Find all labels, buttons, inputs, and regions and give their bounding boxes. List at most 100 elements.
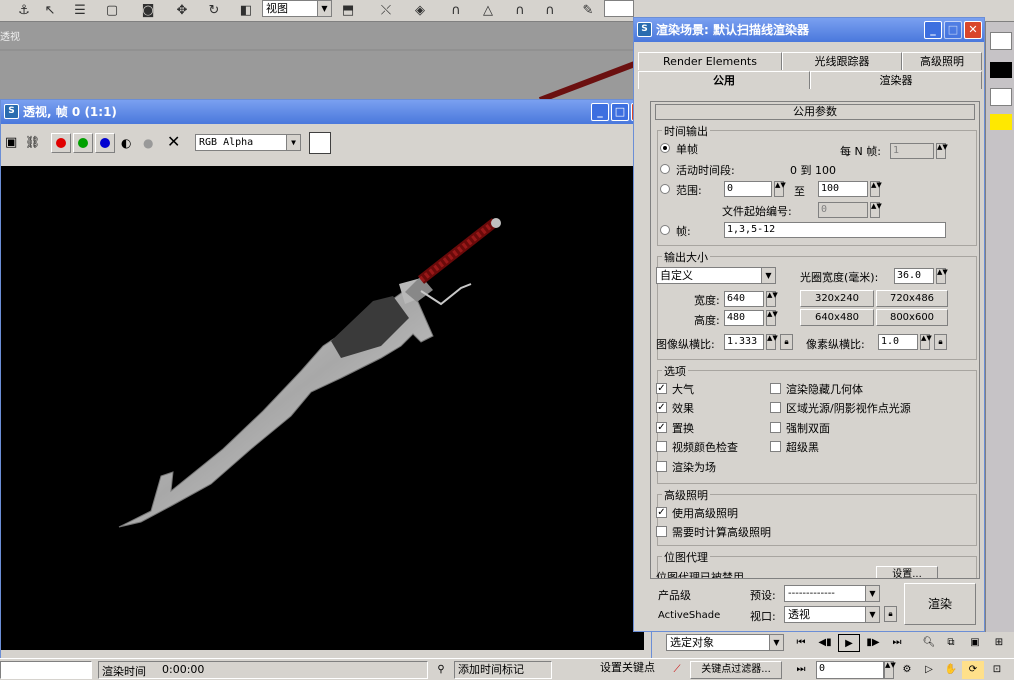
- spinner-arrows-icon[interactable]: ▲▼: [766, 291, 778, 307]
- red-channel-button[interactable]: [51, 133, 71, 153]
- save-icon[interactable]: ▣: [5, 135, 17, 150]
- color-swatch-yellow[interactable]: [990, 114, 1012, 130]
- name-field[interactable]: [990, 32, 1012, 50]
- zoom-extents-icon[interactable]: ▣: [964, 634, 986, 652]
- rect-region-icon[interactable]: ▢: [102, 1, 122, 20]
- spinner-arrows-icon[interactable]: ▲▼: [774, 181, 786, 197]
- undo-icon[interactable]: ⚓: [14, 1, 34, 20]
- magnet-icon[interactable]: ∩: [540, 1, 560, 20]
- ref-coord-select[interactable]: 视图 ▼: [262, 0, 332, 17]
- next-frame-icon[interactable]: ▮▶: [862, 634, 884, 652]
- hand-icon[interactable]: ✋: [940, 661, 962, 679]
- pivot-icon[interactable]: ⬒: [338, 1, 358, 20]
- viewport[interactable]: [0, 22, 642, 103]
- zoom-icon[interactable]: 🔍︎: [918, 634, 940, 652]
- move-icon[interactable]: ✥: [172, 1, 192, 20]
- height-spinner[interactable]: 480: [724, 310, 764, 326]
- select-by-name-icon[interactable]: ☰: [70, 1, 90, 20]
- force-2-sided-checkbox[interactable]: [770, 422, 781, 433]
- tab-renderer[interactable]: 渲染器: [810, 71, 982, 89]
- blue-channel-button[interactable]: [95, 133, 115, 153]
- percent-snap-icon[interactable]: △: [478, 1, 498, 20]
- tab-render-elements[interactable]: Render Elements: [638, 52, 782, 70]
- arc-rotate-icon[interactable]: ⟳: [962, 661, 984, 679]
- maxscript-listener[interactable]: [0, 661, 92, 679]
- width-spinner[interactable]: 640: [724, 291, 764, 307]
- minimize-button[interactable]: _: [924, 21, 942, 39]
- production-label[interactable]: 产品级: [658, 587, 691, 603]
- atmospherics-checkbox[interactable]: ✓: [656, 383, 667, 394]
- channel-select[interactable]: RGB Alpha ▼: [195, 134, 301, 151]
- render-hidden-checkbox[interactable]: [770, 383, 781, 394]
- window-crossing-icon[interactable]: ◙: [138, 1, 158, 20]
- key-filters-button[interactable]: 关键点过滤器...: [690, 661, 782, 679]
- alpha-icon[interactable]: ●: [143, 136, 153, 150]
- file-start-spinner[interactable]: 0: [818, 202, 868, 218]
- image-aspect-spinner[interactable]: 1.333: [724, 334, 764, 350]
- spinner-arrows-icon[interactable]: ▲▼: [870, 202, 882, 218]
- use-adv-lighting-checkbox[interactable]: ✓: [656, 507, 667, 518]
- selection-set-select[interactable]: 选定对象 ▼: [666, 634, 784, 651]
- spinner-arrows-icon[interactable]: ▲▼: [766, 310, 778, 326]
- maximize-viewport-icon[interactable]: ⊡: [986, 661, 1008, 679]
- color-swatch-black[interactable]: [990, 62, 1012, 78]
- preset-800x600-button[interactable]: 800x600: [876, 309, 948, 326]
- aperture-spinner[interactable]: 36.0: [894, 268, 934, 284]
- abc-icon[interactable]: ✎: [578, 1, 598, 20]
- area-lights-checkbox[interactable]: [770, 402, 781, 413]
- activeshade-label[interactable]: ActiveShade: [658, 610, 720, 621]
- snap-icon[interactable]: ⤬: [376, 1, 396, 20]
- scale-icon[interactable]: ◧: [236, 1, 256, 20]
- named-selection[interactable]: [604, 0, 634, 17]
- go-to-start-icon[interactable]: ⏮: [790, 634, 812, 652]
- add-time-tag[interactable]: 添加时间标记: [454, 661, 552, 679]
- clone-icon[interactable]: ⛓: [25, 135, 40, 149]
- spinner-arrows-icon[interactable]: ▲▼: [936, 143, 948, 159]
- time-config-icon[interactable]: ⚙: [896, 661, 918, 679]
- angle-snap-icon[interactable]: ∩: [446, 1, 466, 20]
- previous-frame-icon[interactable]: ◀▮: [814, 634, 836, 652]
- key-mode-icon[interactable]: ⏭: [790, 661, 812, 679]
- rotate-icon[interactable]: ↻: [204, 1, 224, 20]
- compute-adv-lighting-checkbox[interactable]: [656, 526, 667, 537]
- lock-icon[interactable]: 🔒︎: [780, 334, 793, 350]
- effects-checkbox[interactable]: ✓: [656, 402, 667, 413]
- clear-icon[interactable]: ✕: [167, 132, 180, 151]
- pan-icon[interactable]: ▷: [918, 661, 940, 679]
- render-to-fields-checkbox[interactable]: [656, 461, 667, 472]
- minimize-button[interactable]: _: [591, 103, 609, 121]
- current-frame-spinner[interactable]: 0: [816, 661, 884, 679]
- maximize-button[interactable]: □: [611, 103, 629, 121]
- displacement-checkbox[interactable]: ✓: [656, 422, 667, 433]
- common-params-rollout[interactable]: 公用参数: [655, 104, 975, 120]
- preset-640x480-button[interactable]: 640x480: [800, 309, 874, 326]
- lock-icon[interactable]: 🔒︎: [934, 334, 947, 350]
- range-radio[interactable]: [660, 184, 670, 194]
- close-button[interactable]: ✕: [964, 21, 982, 39]
- play-icon[interactable]: ▶: [838, 634, 860, 652]
- maximize-button[interactable]: □: [944, 21, 962, 39]
- preset-720x486-button[interactable]: 720x486: [876, 290, 948, 307]
- zoom-all-icon[interactable]: ⧉: [940, 634, 962, 652]
- mono-icon[interactable]: ◐: [121, 136, 131, 150]
- spinner-arrows-icon[interactable]: ▲▼: [920, 334, 932, 350]
- zoom-extents-all-icon[interactable]: ⊞: [988, 634, 1010, 652]
- super-black-checkbox[interactable]: [770, 441, 781, 452]
- size-preset-select[interactable]: 自定义 ▼: [656, 267, 776, 284]
- single-frame-radio[interactable]: [660, 143, 670, 153]
- set-key-label[interactable]: 设置关键点: [600, 659, 655, 675]
- spinner-arrows-icon[interactable]: ▲▼: [870, 181, 882, 197]
- spinner-arrows-icon[interactable]: ▲▼: [936, 268, 948, 284]
- tab-raytracer[interactable]: 光线跟踪器: [782, 52, 902, 70]
- every-n-spinner[interactable]: 1: [890, 143, 934, 159]
- key-icon[interactable]: ⟋: [666, 661, 688, 679]
- go-to-end-icon[interactable]: ⏭: [886, 634, 908, 652]
- pixel-aspect-spinner[interactable]: 1.0: [878, 334, 918, 350]
- range-from-spinner[interactable]: 0: [724, 181, 772, 197]
- tab-advanced-lighting[interactable]: 高级照明: [902, 52, 982, 70]
- lock-icon[interactable]: 🔒︎: [884, 606, 897, 622]
- viewport-select[interactable]: 透视 ▼: [784, 606, 880, 623]
- frames-input[interactable]: 1,3,5-12: [724, 222, 946, 238]
- render-scene-titlebar[interactable]: S 渲染场景: 默认扫描线渲染器 _ □ ✕: [634, 18, 984, 42]
- tab-common[interactable]: 公用: [638, 71, 810, 89]
